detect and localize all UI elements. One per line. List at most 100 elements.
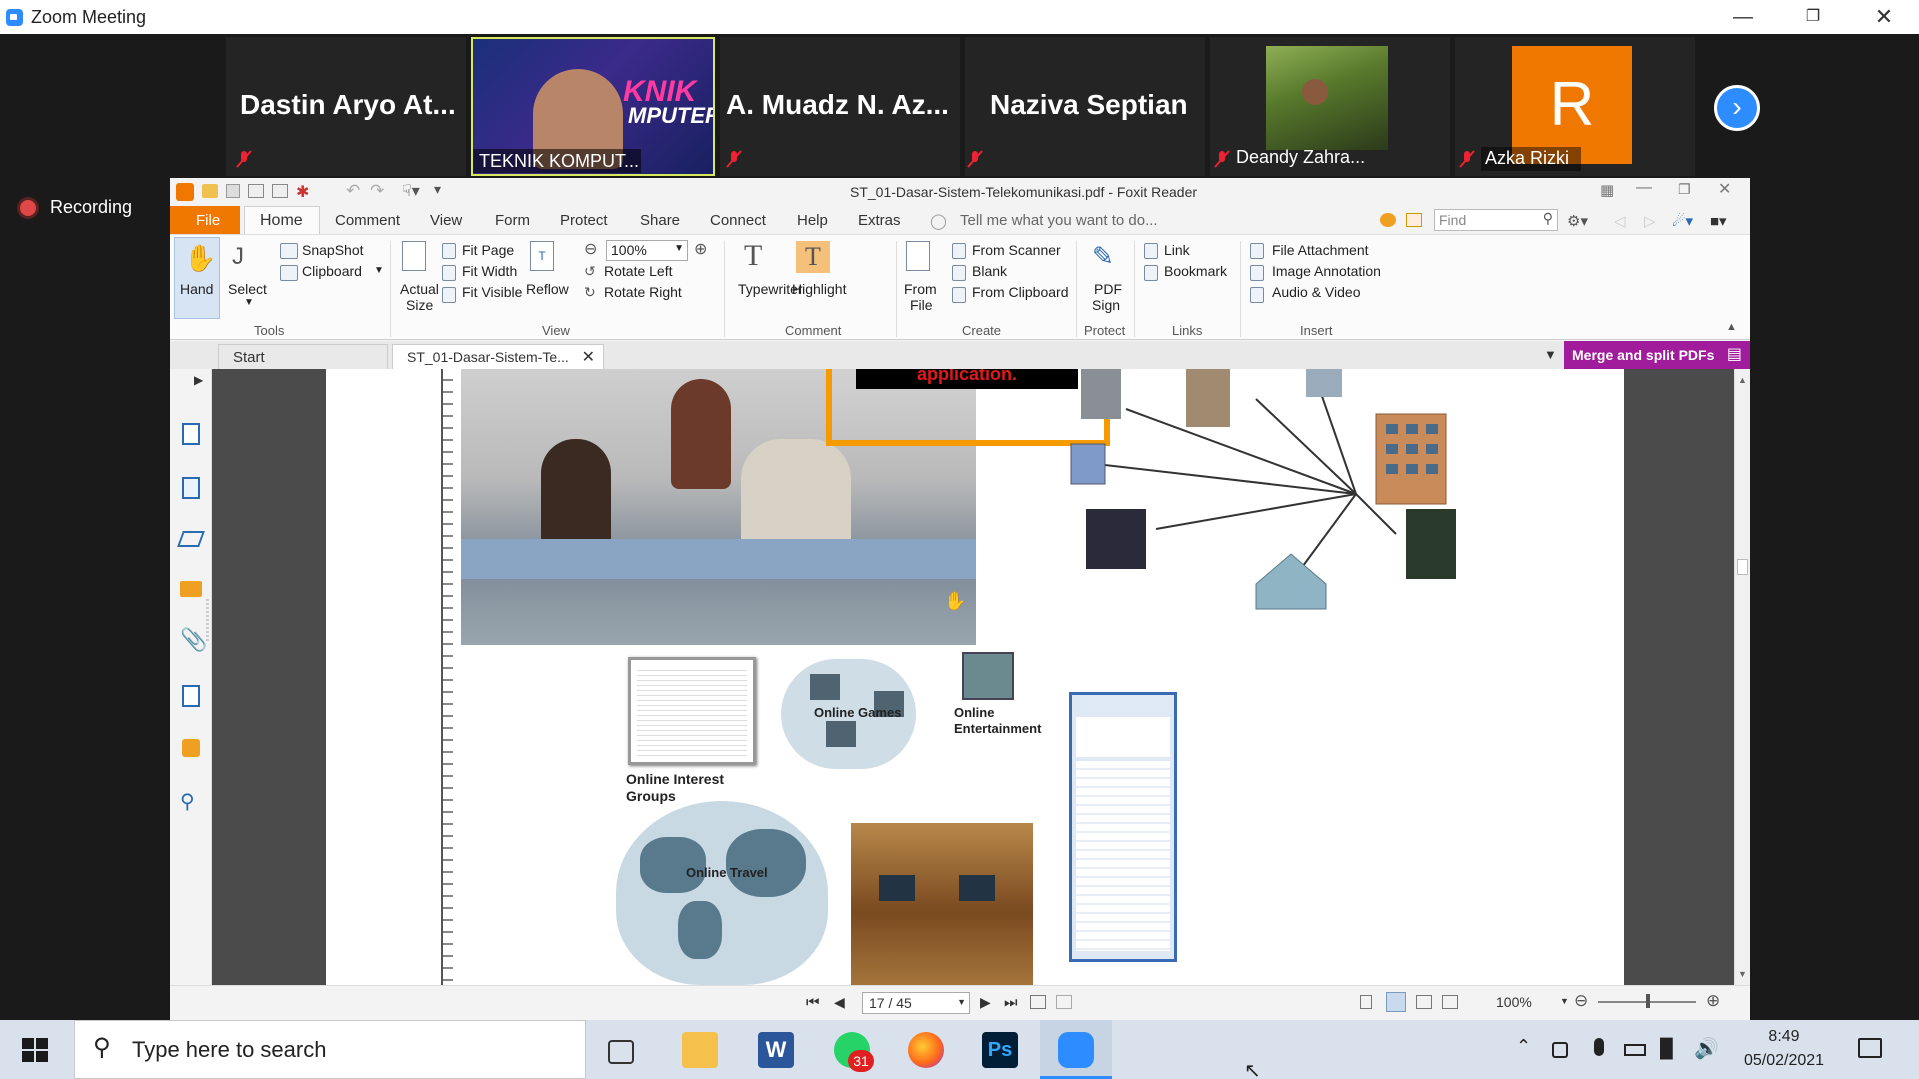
zoom-out-icon[interactable]: ⊖ <box>584 239 597 259</box>
close-tab-icon[interactable]: ✕ <box>582 347 595 367</box>
typewriter-icon[interactable]: T <box>744 239 762 273</box>
tab-list-dropdown-icon[interactable]: ▼ <box>1544 347 1557 362</box>
single-page-icon[interactable] <box>1360 995 1372 1009</box>
next-page-icon[interactable]: › <box>1714 85 1760 131</box>
minimize-button[interactable]: — <box>1708 0 1778 34</box>
next-page-icon[interactable]: ▶ <box>980 994 991 1011</box>
fit-width-button[interactable]: Fit Width <box>462 263 517 279</box>
actual-size-icon[interactable] <box>402 241 426 271</box>
new-icon[interactable]: ✱ <box>296 182 309 202</box>
menu-comment[interactable]: Comment <box>335 212 400 229</box>
photoshop-icon[interactable]: Ps <box>982 1032 1018 1068</box>
bell-icon[interactable]: ☄▾ <box>1672 212 1693 230</box>
blank-button[interactable]: Blank <box>972 263 1007 279</box>
signatures-icon[interactable] <box>182 685 200 707</box>
firefox-icon[interactable] <box>908 1032 944 1068</box>
menu-form[interactable]: Form <box>495 212 530 229</box>
attachments-icon[interactable]: 📎 <box>180 627 207 653</box>
menu-home[interactable]: Home <box>260 212 303 230</box>
menu-view[interactable]: View <box>430 212 462 229</box>
hand-icon[interactable]: ✋ <box>184 243 216 274</box>
from-file-label-2[interactable]: File <box>910 297 933 313</box>
lock-icon[interactable] <box>182 739 200 757</box>
continuous-facing-icon[interactable] <box>1442 995 1458 1009</box>
facing-page-icon[interactable] <box>1416 995 1432 1009</box>
select-icon[interactable]: J <box>232 243 244 271</box>
vertical-scrollbar[interactable]: ▲ ▼ <box>1734 369 1750 985</box>
tab-start[interactable]: Start <box>218 344 388 369</box>
redo-icon[interactable]: ↷ <box>370 181 384 201</box>
page-layout-icon-2[interactable] <box>1056 995 1072 1009</box>
scrollbar-thumb[interactable] <box>1737 559 1748 575</box>
settings-gear-icon[interactable]: ⚙▾ <box>1567 212 1588 230</box>
document-view[interactable]: away from the shared application. <box>212 369 1750 985</box>
restore-button[interactable]: ❐ <box>1778 0 1848 34</box>
task-view-icon[interactable] <box>608 1040 634 1064</box>
reflow-button[interactable]: Reflow <box>526 281 569 297</box>
menu-share[interactable]: Share <box>640 212 680 229</box>
from-clipboard-button[interactable]: From Clipboard <box>972 284 1068 300</box>
actual-size-label-2[interactable]: Size <box>406 297 433 313</box>
pages-icon[interactable] <box>182 423 200 445</box>
file-explorer-icon[interactable] <box>682 1032 718 1068</box>
sidebar-resize-handle[interactable] <box>206 599 209 643</box>
participant-tile[interactable]: Naziva Septian <box>965 37 1205 176</box>
merge-split-button[interactable]: Merge and split PDFs ▤ <box>1564 341 1750 369</box>
taskbar-search[interactable]: ⚲ Type here to search <box>74 1020 586 1079</box>
scroll-up-icon[interactable]: ▲ <box>1738 375 1747 385</box>
from-file-label[interactable]: From <box>904 281 937 297</box>
pdf-sign-icon[interactable]: ✎ <box>1092 241 1114 272</box>
snapshot-button[interactable]: SnapShot <box>302 242 364 258</box>
participant-tile[interactable]: A. Muadz N. Az... <box>720 37 960 176</box>
zoom-in-icon[interactable]: ⊕ <box>1706 991 1720 1011</box>
fit-visible-button[interactable]: Fit Visible <box>462 284 522 300</box>
comments-icon[interactable] <box>180 581 202 597</box>
tab-document[interactable]: ST_01-Dasar-Sistem-Te... ✕ <box>392 344 604 369</box>
clipboard-button[interactable]: Clipboard <box>302 263 362 279</box>
last-page-icon[interactable]: ⏭ <box>1004 994 1018 1011</box>
page-layout-icon[interactable] <box>1030 995 1046 1009</box>
fit-page-button[interactable]: Fit Page <box>462 242 514 258</box>
microphone-icon[interactable] <box>1594 1038 1604 1056</box>
collapse-ribbon-icon[interactable]: ▲ <box>1726 321 1737 333</box>
menu-extras[interactable]: Extras <box>858 212 901 229</box>
scroll-down-icon[interactable]: ▼ <box>1738 969 1747 979</box>
account-icon[interactable]: ■▾ <box>1710 212 1727 230</box>
participant-tile[interactable]: Deandy Zahra... <box>1210 37 1450 176</box>
previous-page-icon[interactable]: ◀ <box>834 994 845 1011</box>
hand-tool-label[interactable]: Hand <box>180 281 213 297</box>
pdf-sign-label-2[interactable]: Sign <box>1092 297 1120 313</box>
pdf-sign-label[interactable]: PDF <box>1094 281 1122 297</box>
save-icon[interactable] <box>226 184 240 198</box>
notifications-icon[interactable] <box>1858 1038 1882 1058</box>
folder-search-icon[interactable] <box>1406 213 1422 227</box>
image-annotation-button[interactable]: Image Annotation <box>1272 263 1381 279</box>
forward-arrow-icon[interactable]: ▷ <box>1644 212 1656 230</box>
print-icon[interactable] <box>248 184 264 198</box>
page-number-input[interactable]: 17 / 45 ▼ <box>862 992 970 1014</box>
meet-now-icon[interactable] <box>1552 1042 1568 1058</box>
show-hidden-icons-icon[interactable]: ⌃ <box>1516 1036 1531 1057</box>
first-page-icon[interactable]: ⏮ <box>806 994 820 1011</box>
layout-icon[interactable]: ▦ <box>1600 181 1614 199</box>
foxit-minimize-button[interactable]: — <box>1636 179 1652 197</box>
participant-tile-active-speaker[interactable]: KNIK MPUTER TEKNIK KOMPUT... <box>471 37 715 176</box>
volume-icon[interactable]: 🔊 <box>1694 1036 1719 1061</box>
layers-icon[interactable] <box>177 531 205 547</box>
rotate-left-button[interactable]: Rotate Left <box>604 263 673 279</box>
back-arrow-icon[interactable]: ◁ <box>1614 212 1626 230</box>
link-button[interactable]: Link <box>1164 242 1190 258</box>
zoom-out-icon[interactable]: ⊖ <box>1574 991 1588 1011</box>
zoom-in-icon[interactable]: ⊕ <box>694 239 707 259</box>
windows-start-icon[interactable] <box>22 1038 48 1062</box>
actual-size-label[interactable]: Actual <box>400 281 439 297</box>
menu-protect[interactable]: Protect <box>560 212 608 229</box>
thumbnails-icon[interactable] <box>182 477 200 499</box>
bookmark-button[interactable]: Bookmark <box>1164 263 1227 279</box>
clock[interactable]: 8:49 05/02/2021 <box>1736 1024 1832 1076</box>
search-icon[interactable]: ⚲ <box>1543 210 1553 227</box>
tell-me-search[interactable]: Tell me what you want to do... <box>960 212 1158 229</box>
participant-tile[interactable]: R Azka Rizki <box>1455 37 1695 176</box>
undo-icon[interactable]: ↶ <box>346 181 360 201</box>
zoom-select[interactable]: 100% ▼ <box>606 240 688 261</box>
